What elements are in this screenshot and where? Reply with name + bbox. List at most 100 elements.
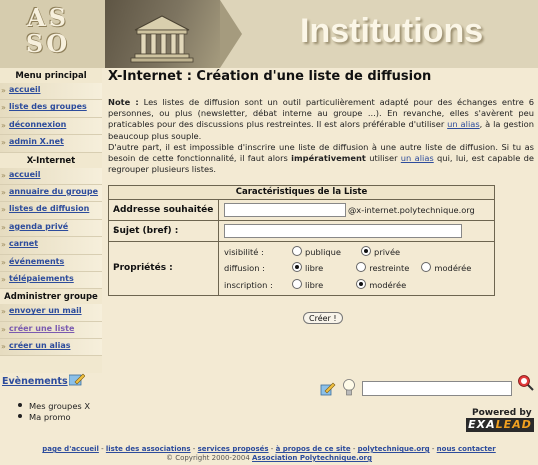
powered-by-label: Powered by — [472, 408, 532, 418]
sidebar-item-creer-alias[interactable]: » créer un alias — [0, 339, 102, 357]
sidebar-link[interactable]: créer une liste — [9, 324, 74, 333]
chevron-right-icon: » — [1, 240, 6, 250]
chevron-right-icon: » — [1, 170, 6, 180]
sidebar-item-deconnexion[interactable]: » déconnexion — [0, 117, 102, 136]
sidebar-heading-admin: Administrer groupe — [4, 292, 98, 303]
footer-link-associations[interactable]: liste des associations — [106, 445, 191, 453]
radio-visibility-publique[interactable]: publique — [292, 246, 341, 257]
sidebar-item-admin[interactable]: » admin X.net — [0, 135, 102, 153]
chevron-right-icon: » — [1, 138, 6, 148]
sidebar-link[interactable]: agenda privé — [9, 222, 68, 231]
radio-checked-icon — [361, 246, 372, 256]
properties-label: Propriétés : — [109, 242, 219, 295]
sidebar-item-liste-groupes[interactable]: » liste des groupes — [0, 100, 102, 118]
sidebar-item-annuaire[interactable]: » annuaire du groupe — [0, 184, 102, 203]
events-list: Mes groupes X Ma promo — [18, 401, 90, 423]
chevron-right-icon: » — [1, 86, 6, 95]
sidebar-item-evenements[interactable]: » événements — [0, 254, 102, 272]
edit-tool-icon[interactable] — [320, 380, 336, 396]
sidebar-heading-main: Menu principal — [15, 71, 87, 81]
bullet-icon — [18, 414, 22, 418]
sidebar-link[interactable]: télépaiements — [9, 274, 74, 283]
radio-checked-icon — [356, 279, 367, 289]
visibility-label: visibilité : — [224, 247, 264, 257]
chevron-right-icon: » — [1, 257, 6, 267]
footer-links: page d'accueil - liste des associations … — [42, 445, 496, 453]
diffusion-line: diffusion : libre restreinte modérée — [224, 262, 471, 273]
sidebar-heading-xinternet: X-Internet — [26, 155, 76, 166]
footer-copyright: © Copyright 2000-2004 Association Polyte… — [165, 454, 373, 462]
chevron-right-icon: » — [1, 187, 6, 197]
logo-text: AS SO — [25, 3, 71, 58]
properties-row: Propriétés : visibilité : publique privée … — [109, 242, 494, 295]
sidebar-item-telepaiements[interactable]: » télépaiements — [0, 271, 102, 290]
diffusion-label: diffusion : — [224, 263, 265, 273]
chevron-right-icon: » — [1, 120, 6, 130]
address-suffix: @x-internet.polytechnique.org — [348, 205, 475, 215]
list-item: Ma promo — [18, 412, 90, 423]
sidebar-link[interactable]: accueil — [9, 170, 41, 179]
chevron-right-icon: » — [1, 205, 6, 215]
alias-link[interactable]: un alias — [447, 119, 480, 129]
radio-inscription-libre[interactable]: libre — [292, 279, 323, 290]
sidebar-link[interactable]: carnet — [9, 239, 38, 248]
address-row: Addresse souhaitée : @x-internet.polytec… — [109, 200, 494, 235]
events-title-link[interactable]: Evènements — [2, 376, 68, 387]
chevron-right-icon: » — [1, 342, 6, 352]
logo[interactable]: AS SO — [0, 0, 105, 68]
sidebar-link[interactable]: envoyer un mail — [9, 306, 82, 315]
exalead-logo[interactable]: EXALEAD — [466, 418, 534, 432]
sidebar-link[interactable]: listes de diffusion — [9, 204, 89, 213]
address-input[interactable] — [224, 203, 346, 217]
sidebar-link[interactable]: événements — [9, 257, 64, 266]
footer-link-about[interactable]: à propos de ce site — [276, 445, 351, 453]
sidebar-link[interactable]: liste des groupes — [9, 102, 87, 111]
sidebar-link[interactable]: admin X.net — [9, 137, 64, 146]
note-text: utiliser — [365, 153, 401, 164]
temple-image — [105, 0, 220, 68]
pencil-icon[interactable] — [69, 373, 85, 386]
bullet-icon — [18, 403, 22, 407]
sidebar-item-creer-liste[interactable]: » créer une liste — [0, 321, 102, 340]
radio-diffusion-moderee[interactable]: modérée — [421, 262, 471, 273]
radio-diffusion-restreinte[interactable]: restreinte — [356, 262, 409, 273]
sidebar-link[interactable]: annuaire du groupe — [9, 187, 98, 196]
sidebar-link[interactable]: déconnexion — [9, 120, 66, 129]
radio-checked-icon — [292, 262, 302, 272]
alias-link[interactable]: un alias — [401, 153, 434, 163]
radio-icon — [356, 262, 367, 272]
footer-link-association[interactable]: Association Polytechnique.org — [252, 454, 372, 462]
footer-link-polytechnique[interactable]: polytechnique.org — [358, 445, 430, 453]
create-button[interactable]: Créer ! — [303, 312, 343, 324]
chevron-right-icon: » — [1, 324, 6, 334]
footer-link-contact[interactable]: nous contacter — [437, 445, 496, 453]
footer-link-home[interactable]: page d'accueil — [42, 445, 99, 453]
radio-inscription-moderee[interactable]: modérée — [356, 279, 406, 290]
radio-visibility-privee[interactable]: privée — [361, 246, 400, 257]
footer-link-services[interactable]: services proposés — [198, 445, 269, 453]
search-input[interactable] — [362, 381, 512, 396]
radio-icon — [292, 246, 302, 256]
banner-title: Institutions — [300, 12, 484, 50]
sidebar-item-envoyer-mail[interactable]: » envoyer un mail — [0, 304, 102, 322]
search-icon[interactable] — [517, 374, 534, 391]
radio-diffusion-libre[interactable]: libre — [292, 262, 323, 273]
temple-icon — [130, 15, 194, 63]
inscription-line: inscription : libre modérée — [224, 279, 406, 290]
chevron-right-icon: » — [1, 103, 6, 113]
subject-input[interactable] — [224, 224, 462, 238]
list-item: Mes groupes X — [18, 401, 90, 412]
chevron-right-icon: » — [1, 307, 6, 317]
page-title: X-Internet : Création d'une liste de dif… — [108, 69, 432, 84]
chevron-right-icon: » — [1, 274, 6, 284]
sidebar-item-listes[interactable]: » listes de diffusion — [0, 202, 102, 220]
list-form: Caractéristiques de la Liste Addresse so… — [108, 185, 495, 296]
sidebar-link[interactable]: accueil — [9, 85, 41, 94]
sidebar-item-x-accueil[interactable]: » accueil — [0, 167, 102, 185]
sidebar-link[interactable]: créer un alias — [9, 341, 71, 350]
sidebar-item-carnet[interactable]: » carnet — [0, 237, 102, 255]
subject-label: Sujet (bref) : — [109, 221, 219, 241]
sidebar-item-accueil[interactable]: » accueil — [0, 83, 102, 101]
sidebar-item-agenda[interactable]: » agenda privé — [0, 219, 102, 238]
lightbulb-icon[interactable] — [342, 379, 356, 397]
